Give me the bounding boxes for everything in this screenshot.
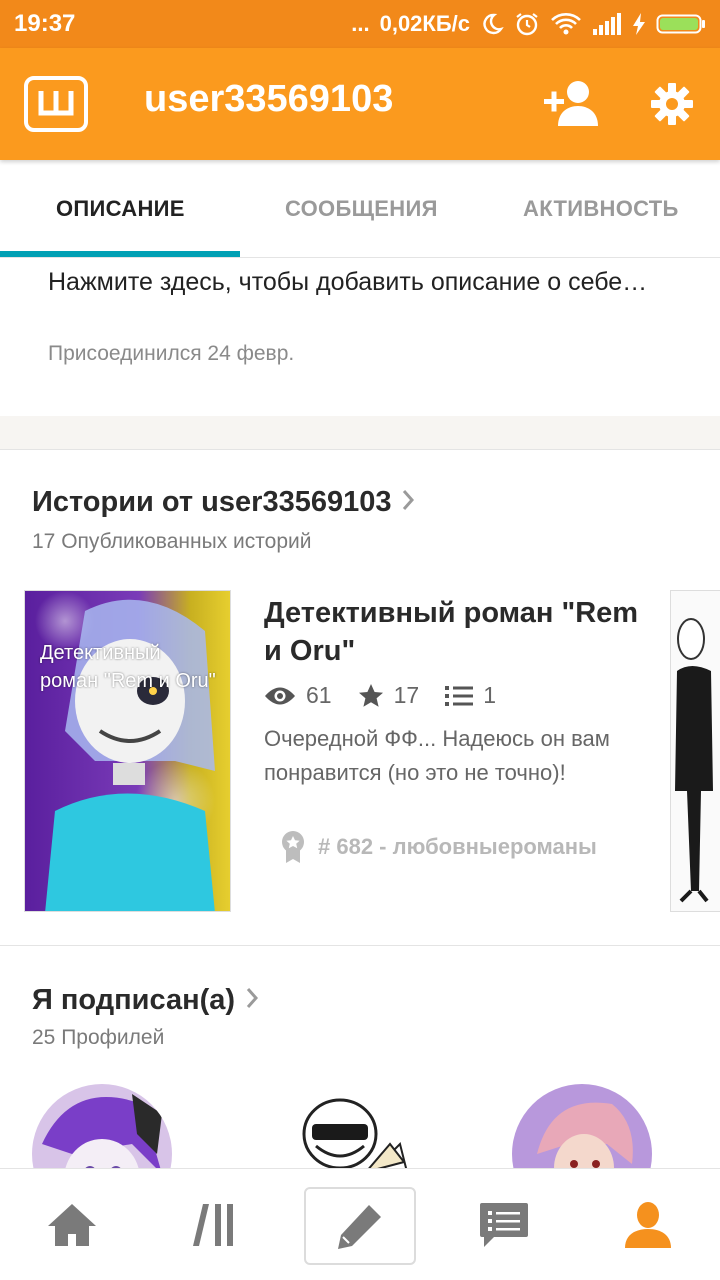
- alarm-icon: [514, 11, 540, 37]
- section-separator: [0, 416, 720, 450]
- battery-icon: [656, 13, 706, 35]
- nav-messages-button[interactable]: [474, 1195, 534, 1255]
- active-tab-indicator: [0, 251, 240, 257]
- profile-username: user33569103: [144, 78, 394, 120]
- library-icon: [193, 1204, 233, 1246]
- about-section: Нажмите здесь, чтобы добавить описание о…: [0, 258, 720, 416]
- status-icons: ... 0,02КБ/с: [351, 11, 706, 37]
- nav-home-button[interactable]: [42, 1195, 102, 1255]
- parts-stat: 1: [445, 682, 496, 709]
- rank-text: # 682 - любовныероманы: [318, 834, 597, 859]
- story-rank[interactable]: # 682 - любовныероманы: [280, 830, 597, 864]
- chevron-right-icon: [245, 985, 259, 1018]
- wattpad-logo[interactable]: [24, 76, 88, 132]
- moon-icon: [480, 12, 504, 36]
- signal-icon: [592, 13, 622, 35]
- votes-stat: 17: [358, 682, 420, 709]
- gear-icon: [651, 83, 693, 125]
- tab-messages[interactable]: СООБЩЕНИЯ: [285, 196, 438, 222]
- app-bar: user33569103: [0, 48, 720, 160]
- stories-count: 17 Опубликованных историй: [32, 530, 312, 553]
- chevron-right-icon: [401, 487, 415, 520]
- following-section-header[interactable]: Я подписан(а): [32, 984, 259, 1018]
- next-story-cover[interactable]: [670, 590, 720, 912]
- status-bar: 19:37 ... 0,02КБ/с: [0, 0, 720, 48]
- story-title[interactable]: Детективный роман "Rem и Oru": [264, 594, 654, 670]
- message-icon: [480, 1203, 528, 1247]
- votes-count: 17: [393, 682, 420, 708]
- tab-description[interactable]: ОПИСАНИЕ: [56, 196, 185, 222]
- settings-button[interactable]: [650, 82, 694, 131]
- joined-date: Присоединился 24 февр.: [48, 342, 295, 365]
- stories-title: Истории от user33569103: [32, 486, 392, 518]
- parts-count: 1: [483, 682, 496, 708]
- nav-profile-button[interactable]: [618, 1195, 678, 1255]
- pencil-icon: [338, 1205, 381, 1249]
- bottom-navigation: [0, 1168, 720, 1280]
- status-dots: ...: [351, 11, 370, 36]
- slender-cover-image: [671, 591, 720, 911]
- profile-icon: [625, 1202, 671, 1248]
- add-user-icon: [544, 81, 598, 126]
- nav-library-button[interactable]: [188, 1195, 248, 1255]
- home-icon: [48, 1204, 96, 1246]
- star-icon: [358, 683, 383, 707]
- story-cover[interactable]: Детективный роман "Rem и Oru": [24, 590, 231, 912]
- following-count: 25 Профилей: [32, 1026, 165, 1049]
- network-speed: 0,02КБ/с: [379, 11, 470, 36]
- wifi-icon: [550, 12, 582, 36]
- views-stat: 61: [264, 682, 332, 709]
- story-description: Очередной ФФ... Надеюсь он вам понравитс…: [264, 726, 610, 785]
- eye-icon: [265, 687, 295, 704]
- charging-icon: [632, 13, 646, 35]
- stories-section-header[interactable]: Истории от user33569103: [32, 486, 415, 520]
- cover-title-text: Детективный роман "Rem и Oru": [40, 642, 216, 692]
- list-icon: [445, 685, 474, 706]
- nav-write-button[interactable]: [304, 1187, 416, 1265]
- story-stats: 61 17 1: [264, 682, 522, 709]
- logo-letter-icon: [38, 91, 74, 116]
- views-count: 61: [306, 682, 332, 708]
- status-time: 19:37: [14, 10, 76, 37]
- ribbon-badge-icon: [282, 831, 304, 863]
- add-friend-button[interactable]: [542, 78, 602, 133]
- profile-tabs: ОПИСАНИЕ СООБЩЕНИЯ АКТИВНОСТЬ: [0, 160, 720, 258]
- section-divider: [0, 945, 720, 946]
- add-description-prompt[interactable]: Нажмите здесь, чтобы добавить описание о…: [48, 262, 678, 303]
- tab-activity[interactable]: АКТИВНОСТЬ: [523, 196, 679, 222]
- following-title: Я подписан(а): [32, 984, 236, 1016]
